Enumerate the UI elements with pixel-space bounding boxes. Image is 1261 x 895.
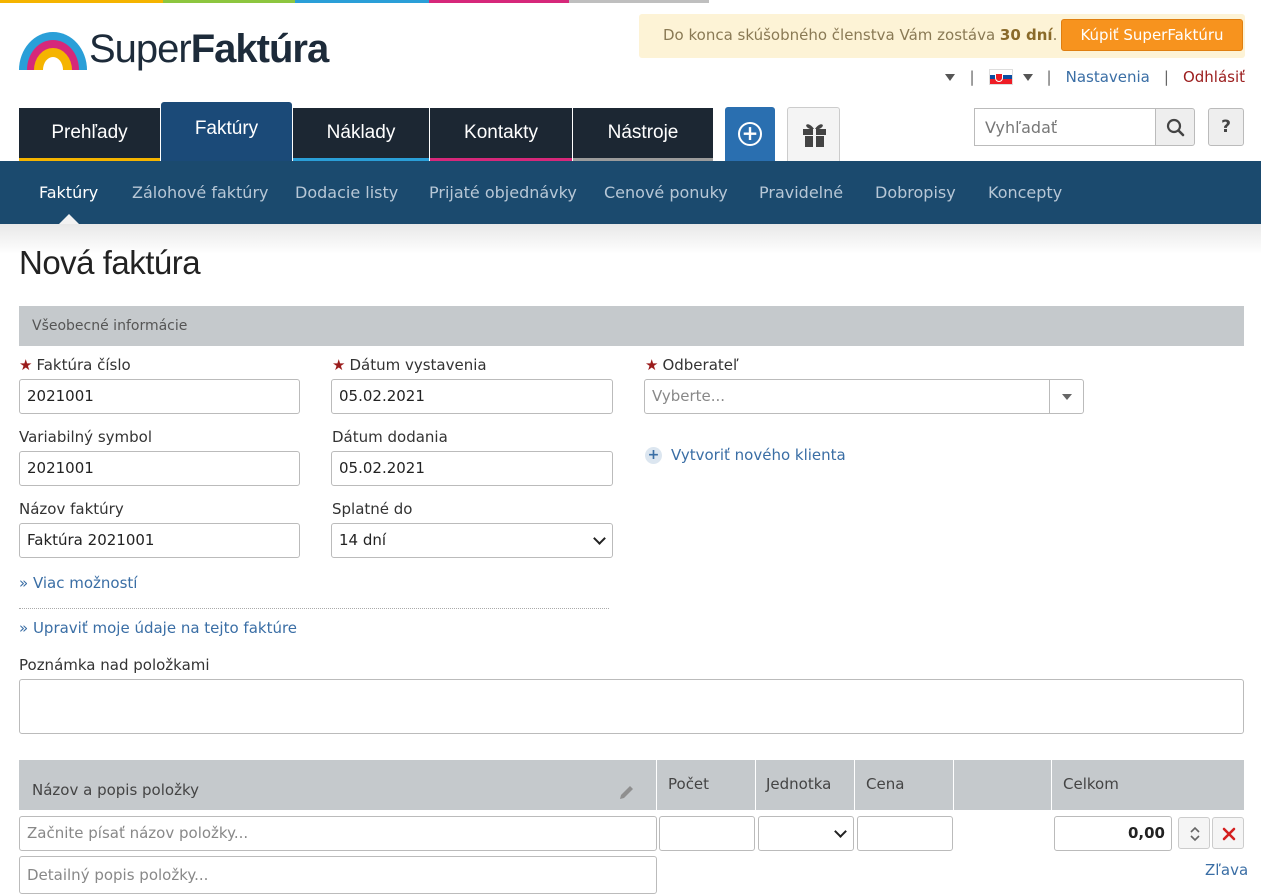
tab-kontakty[interactable]: Kontakty xyxy=(430,108,572,162)
plus-icon: + xyxy=(645,447,662,464)
required-star-icon: ★ xyxy=(332,356,346,374)
subnav-pravidelne[interactable]: Pravidelné xyxy=(759,183,843,202)
page-title: Nová faktúra xyxy=(19,244,201,281)
col-name: Názov a popis položky xyxy=(32,781,199,799)
item-qty-input[interactable] xyxy=(659,816,755,851)
tab-naklady[interactable]: Náklady xyxy=(293,108,429,162)
col-extra xyxy=(953,760,1052,810)
tab-faktury[interactable]: Faktúry xyxy=(161,102,292,162)
col-total: Celkom xyxy=(1051,760,1244,810)
invoice-name-field[interactable]: Faktúra 2021001 xyxy=(19,523,300,558)
dropdown-arrow-icon[interactable] xyxy=(1049,380,1083,413)
section-general-info: Všeobecné informácie xyxy=(19,306,1244,346)
help-button[interactable]: ? xyxy=(1208,108,1244,146)
chevron-down-icon xyxy=(593,532,606,545)
superfaktura-logo[interactable]: SuperFaktúra xyxy=(19,26,329,72)
active-subnav-pointer xyxy=(59,214,79,224)
trial-days: 30 dní xyxy=(999,26,1053,44)
trial-banner: Do konca skúšobného členstva Vám zostáva… xyxy=(639,14,1245,58)
delivery-date-label: Dátum dodania xyxy=(332,428,448,446)
col-unit: Jednotka xyxy=(755,760,855,810)
invoice-name-label: Názov faktúry xyxy=(19,500,124,518)
variable-symbol-field[interactable]: 2021001 xyxy=(19,451,300,486)
note-textarea[interactable] xyxy=(19,679,1244,734)
tab-nastroje[interactable]: Nástroje xyxy=(573,108,713,162)
search-box xyxy=(974,108,1195,146)
search-icon xyxy=(1166,118,1185,137)
buy-button[interactable]: Kúpiť SuperFaktúru xyxy=(1061,19,1243,51)
chevron-down-icon xyxy=(834,825,847,838)
settings-link[interactable]: Nastavenia xyxy=(1066,68,1150,86)
brand-color-strip xyxy=(0,0,1261,3)
subnav-zalohove-faktury[interactable]: Zálohové faktúry xyxy=(132,183,269,202)
tab-prehlady[interactable]: Prehľady xyxy=(19,108,160,162)
language-dropdown-icon[interactable] xyxy=(1022,73,1033,81)
sub-navigation: Faktúry Zálohové faktúry Dodacie listy P… xyxy=(0,161,1261,224)
more-options-link[interactable]: » Viac možností xyxy=(19,574,137,592)
gift-button[interactable] xyxy=(787,107,840,162)
divider xyxy=(19,608,609,609)
subnav-dodacie-listy[interactable]: Dodacie listy xyxy=(295,183,398,202)
main-tabs: Prehľady Faktúry Náklady Kontakty Nástro… xyxy=(19,102,714,162)
pencil-icon[interactable] xyxy=(617,782,637,802)
slovak-flag-icon[interactable] xyxy=(988,69,1013,85)
logout-link[interactable]: Odhlásiť xyxy=(1183,68,1245,86)
delete-item-button[interactable] xyxy=(1212,817,1244,849)
issue-date-field[interactable]: 05.02.2021 xyxy=(331,379,613,414)
plus-circle-icon: + xyxy=(738,122,762,146)
required-star-icon: ★ xyxy=(19,356,33,374)
subnav-prijate-objednavky[interactable]: Prijaté objednávky xyxy=(429,183,577,202)
subnav-faktury[interactable]: Faktúry xyxy=(39,183,98,202)
account-dropdown-icon[interactable] xyxy=(945,73,956,81)
invoice-number-field[interactable]: 2021001 xyxy=(19,379,300,414)
search-button[interactable] xyxy=(1155,108,1195,146)
subnav-dobropisy[interactable]: Dobropisy xyxy=(875,183,956,202)
item-description-input[interactable]: Detailný popis položky... xyxy=(19,856,657,894)
customer-label: ★ Odberateľ xyxy=(645,356,739,374)
edit-my-data-link[interactable]: » Upraviť moje údaje na tejto faktúre xyxy=(19,619,297,637)
create-new-button[interactable]: + xyxy=(725,107,775,162)
close-icon xyxy=(1222,827,1236,841)
item-name-input[interactable]: Začnite písať názov položky... xyxy=(19,816,657,851)
discount-link[interactable]: Zľava xyxy=(1205,861,1248,879)
variable-symbol-label: Variabilný symbol xyxy=(19,428,152,446)
subnav-koncepty[interactable]: Koncepty xyxy=(988,183,1062,202)
col-price: Cena xyxy=(854,760,954,810)
search-input[interactable] xyxy=(974,108,1156,146)
col-qty: Počet xyxy=(656,760,756,810)
logo-text: SuperFaktúra xyxy=(89,27,329,71)
item-total-field[interactable]: 0,00 xyxy=(1054,816,1172,851)
gift-icon xyxy=(803,124,826,147)
item-unit-select[interactable] xyxy=(758,816,854,851)
trial-message: Do konca skúšobného členstva Vám zostáva… xyxy=(663,26,1058,44)
due-label: Splatné do xyxy=(332,500,413,518)
reorder-button[interactable] xyxy=(1178,817,1210,849)
invoice-number-label: ★ Faktúra číslo xyxy=(19,356,131,374)
note-label: Poznámka nad položkami xyxy=(19,656,210,674)
logo-rainbow-icon xyxy=(19,28,87,70)
due-select[interactable]: 14 dní xyxy=(331,523,613,558)
subnav-cenove-ponuky[interactable]: Cenové ponuky xyxy=(604,183,728,202)
issue-date-label: ★ Dátum vystavenia xyxy=(332,356,487,374)
create-client-link[interactable]: + Vytvoriť nového klienta xyxy=(645,446,846,464)
sort-arrows-icon xyxy=(1190,826,1200,842)
user-bar: | | Nastavenia | Odhlásiť xyxy=(945,68,1245,86)
customer-select[interactable]: Vyberte... xyxy=(644,379,1084,414)
delivery-date-field[interactable]: 05.02.2021 xyxy=(331,451,613,486)
items-table-header: Názov a popis položky Počet Jednotka Cen… xyxy=(19,760,1244,810)
item-price-input[interactable] xyxy=(857,816,953,851)
required-star-icon: ★ xyxy=(645,356,659,374)
